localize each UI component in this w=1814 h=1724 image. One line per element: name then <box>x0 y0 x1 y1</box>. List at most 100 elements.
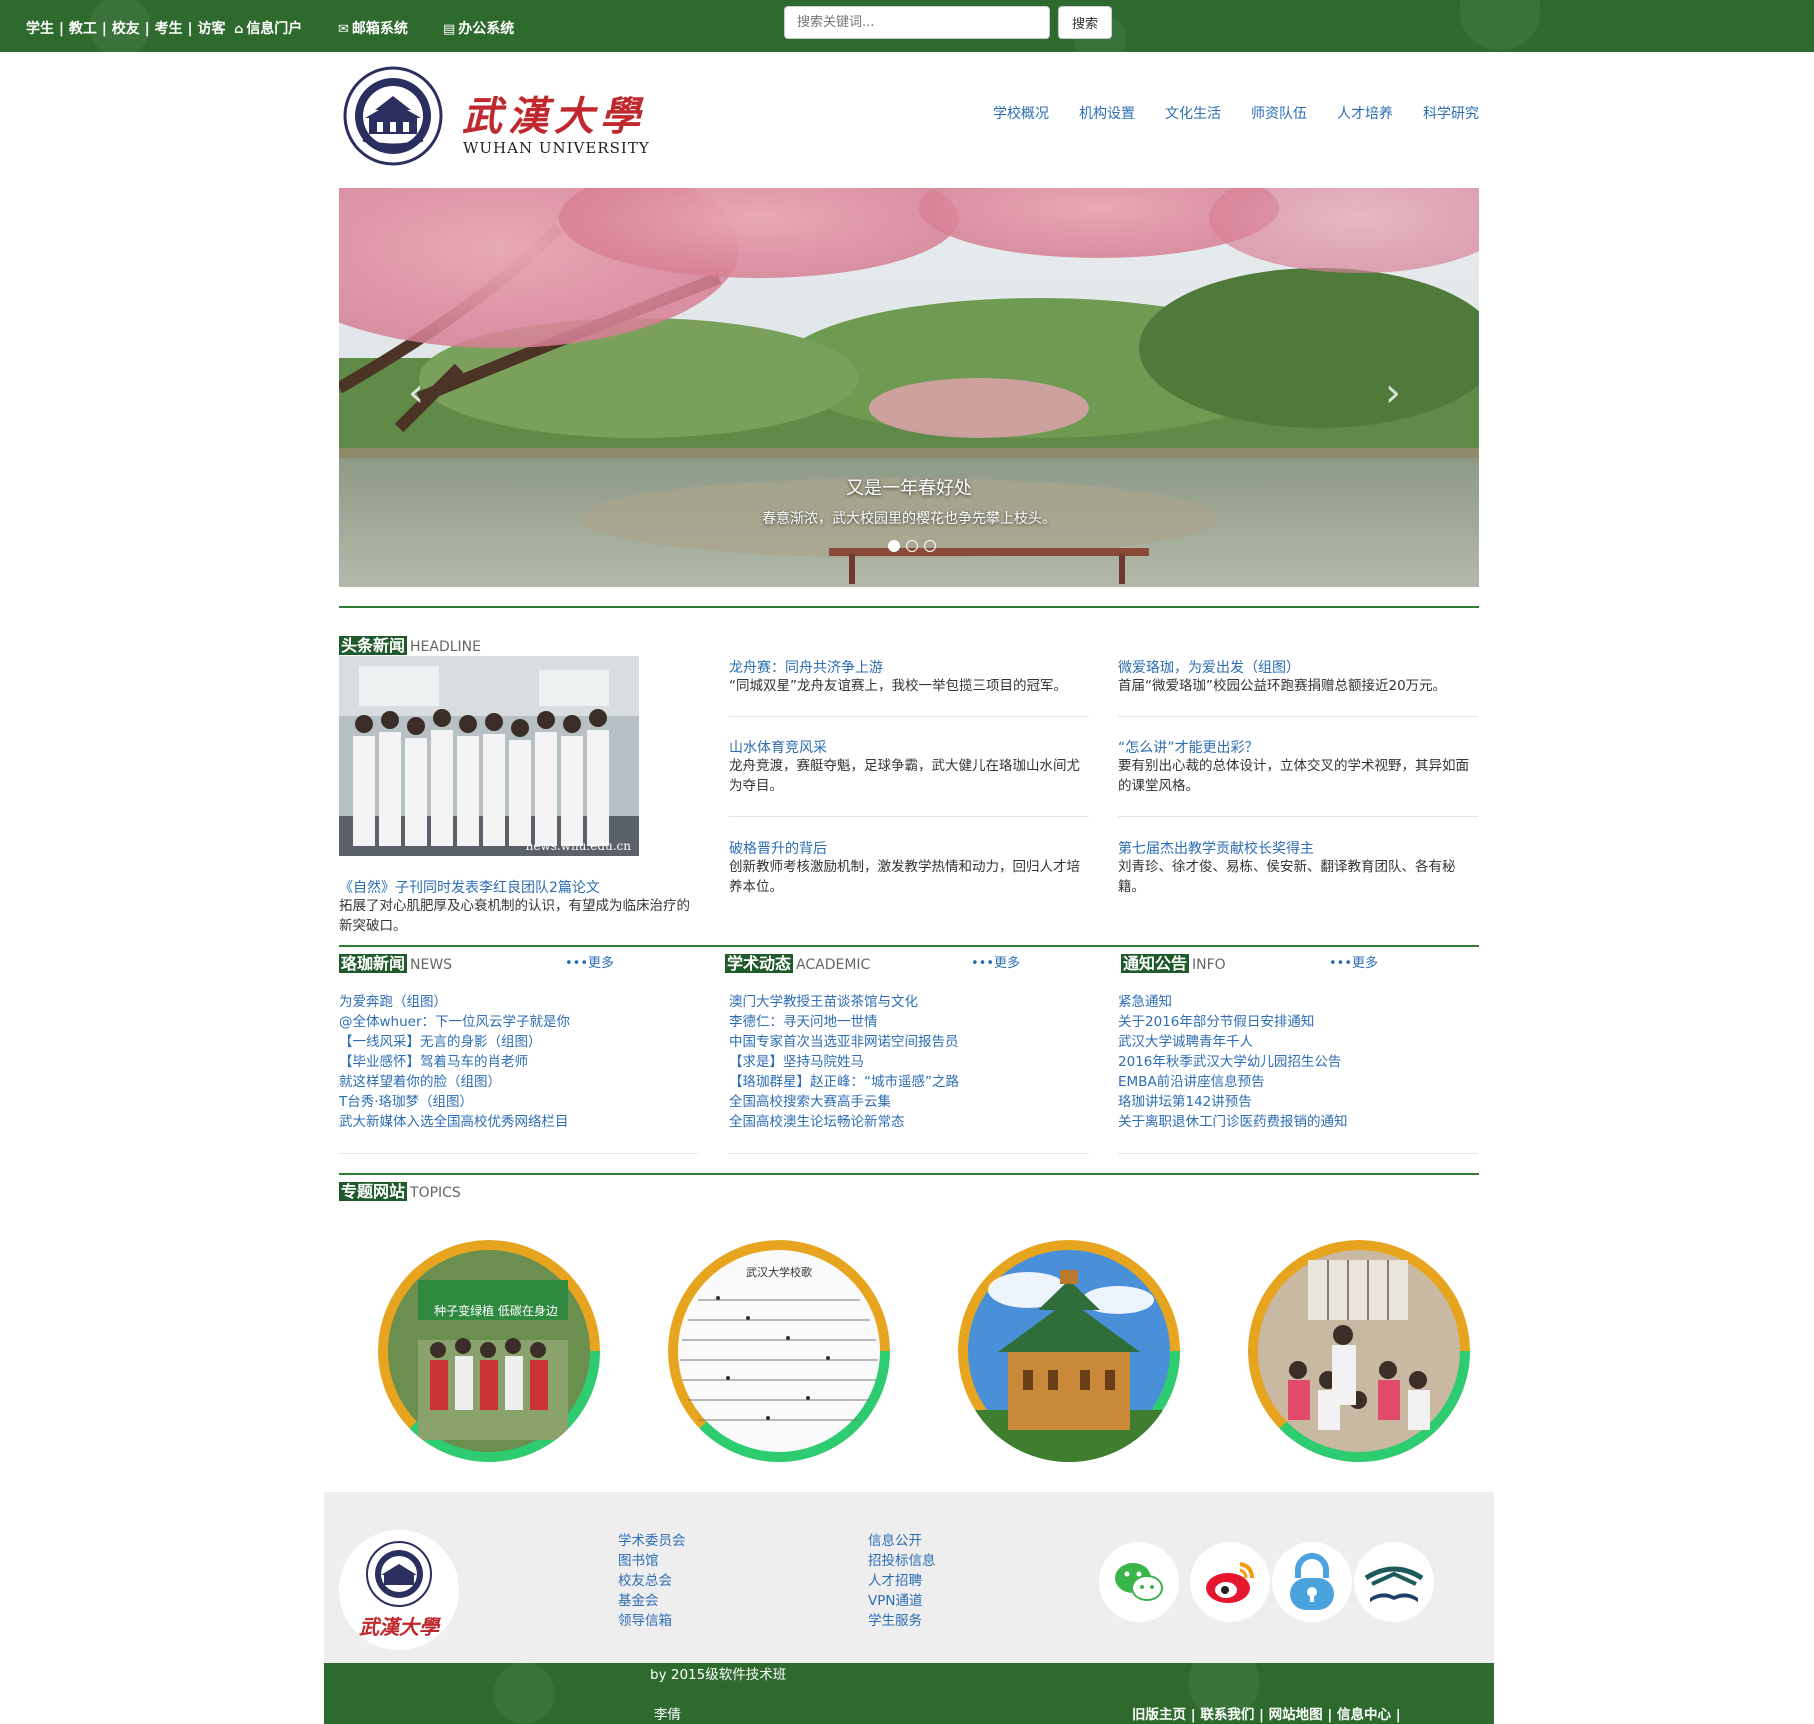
photo-watermark: news.whu.edu.cn <box>526 839 632 853</box>
footer-link-bidding[interactable]: 招投标信息 <box>868 1551 936 1571</box>
office-link[interactable]: ▤ 办公系统 <box>443 18 514 38</box>
list-item[interactable]: 武汉大学诚聘青年千人 <box>1118 1032 1348 1052</box>
list-item[interactable]: 澳门大学教授王苗谈茶馆与文化 <box>729 992 959 1012</box>
list-item[interactable]: 中国专家首次当选亚非网诺空间报告员 <box>729 1032 959 1052</box>
carousel-dot[interactable] <box>924 540 936 552</box>
footer-link-recruitment[interactable]: 人才招聘 <box>868 1571 922 1591</box>
list-item[interactable]: 【一线风采】无言的身影（组图） <box>339 1032 570 1052</box>
section-title-zh: 珞珈新闻 <box>339 954 408 973</box>
footer-link-alumni[interactable]: 校友总会 <box>618 1571 672 1591</box>
academic-section-title: 学术动态 ACADEMIC <box>725 950 870 974</box>
footer-link-academic-committee[interactable]: 学术委员会 <box>618 1531 686 1551</box>
footer-author: 李倩 <box>654 1707 681 1723</box>
search-input[interactable] <box>784 6 1050 39</box>
footer-bottom-links[interactable]: 旧版主页 | 联系我们 | 网站地图 | 信息中心 | <box>1132 1703 1401 1723</box>
topics-section-title: 专题网站 TOPICS <box>339 1178 461 1202</box>
news-item-title[interactable]: 微爱珞珈，为爱出发（组图） <box>1118 657 1300 677</box>
news-item-title[interactable]: 第七届杰出教学贡献校长奖得主 <box>1118 838 1314 858</box>
logo-english-name[interactable]: WUHAN UNIVERSITY <box>463 139 650 157</box>
university-seal-logo[interactable] <box>339 66 447 166</box>
list-item[interactable]: 就这样望着你的脸（组图） <box>339 1072 570 1092</box>
news-item-desc: 龙舟竞渡，赛艇夺魁，足球争霸，武大健儿在珞珈山水间尤为夺目。 <box>729 758 1080 794</box>
list-item[interactable]: 关于2016年部分节假日安排通知 <box>1118 1012 1348 1032</box>
divider <box>339 945 1479 947</box>
carousel-next-icon[interactable]: › <box>1385 370 1401 416</box>
search-button[interactable]: 搜索 <box>1058 6 1112 39</box>
academic-more-link[interactable]: •••更多 <box>971 952 1020 971</box>
section-title-zh: 专题网站 <box>339 1182 408 1201</box>
list-item[interactable]: 关于离职退休工门诊医药费报销的通知 <box>1118 1112 1348 1132</box>
list-item[interactable]: EMBA前沿讲座信息预告 <box>1118 1072 1348 1092</box>
nav-culture-life[interactable]: 文化生活 <box>1165 103 1221 123</box>
section-title-en: ACADEMIC <box>796 957 871 973</box>
list-item[interactable]: 【求是】坚持马院姓马 <box>729 1052 959 1072</box>
mail-link[interactable]: ✉ 邮箱系统 <box>338 18 408 38</box>
nav-research[interactable]: 科学研究 <box>1423 103 1479 123</box>
list-item[interactable]: 紧急通知 <box>1118 992 1348 1012</box>
list-item[interactable]: 为爱奔跑（组图） <box>339 992 570 1012</box>
lock-icon[interactable] <box>1272 1542 1352 1622</box>
portal-link[interactable]: ⌂ 信息门户 <box>234 18 302 38</box>
academic-list: 澳门大学教授王苗谈茶馆与文化 李德仁：寻天问地一世情 中国专家首次当选亚非网诺空… <box>729 992 959 1132</box>
footer-link-foundation[interactable]: 基金会 <box>618 1591 659 1611</box>
divider <box>339 1153 699 1154</box>
nav-organization[interactable]: 机构设置 <box>1079 103 1135 123</box>
footer-link-mailbox[interactable]: 领导信箱 <box>618 1611 672 1631</box>
footer-link-info-disclosure[interactable]: 信息公开 <box>868 1531 922 1551</box>
section-title-zh: 通知公告 <box>1121 954 1190 973</box>
logo-chinese-name[interactable]: 武漢大學 <box>462 84 646 142</box>
nav-education[interactable]: 人才培养 <box>1337 103 1393 123</box>
list-item[interactable]: 【珞珈群星】赵正峰：“城市遥感”之路 <box>729 1072 959 1092</box>
carousel-dot[interactable] <box>906 540 918 552</box>
list-item[interactable]: 全国高校澳生论坛畅论新常态 <box>729 1112 959 1132</box>
footer-link-student-service[interactable]: 学生服务 <box>868 1611 922 1631</box>
slide-title: 又是一年春好处 <box>846 478 972 499</box>
news-item-desc: 刘青珍、徐才俊、易栋、侯安新、翻译教育团队、各有秘籍。 <box>1118 859 1456 895</box>
list-item[interactable]: 2016年秋季武汉大学幼儿园招生公告 <box>1118 1052 1348 1072</box>
list-item[interactable]: 武大新媒体入选全国高校优秀网络栏目 <box>339 1112 570 1132</box>
list-item[interactable]: T台秀·珞珈梦（组图） <box>339 1092 570 1112</box>
news-more-link[interactable]: •••更多 <box>565 952 614 971</box>
info-list: 紧急通知 关于2016年部分节假日安排通知 武汉大学诚聘青年千人 2016年秋季… <box>1118 992 1348 1132</box>
nav-school-overview[interactable]: 学校概况 <box>993 103 1049 123</box>
list-item[interactable]: 【毕业感怀】驾着马车的肖老师 <box>339 1052 570 1072</box>
divider <box>339 606 1479 608</box>
topic-site-campus-architecture[interactable] <box>958 1240 1180 1462</box>
news-list: 为爱奔跑（组图） @全体whuer：下一位风云学子就是你 【一线风采】无言的身影… <box>339 992 570 1132</box>
headline-main-title[interactable]: 《自然》子刊同时发表李红良团队2篇论文 <box>339 877 600 897</box>
footer-credit: by 2015级软件技术班 <box>650 1667 787 1683</box>
envelope-icon: ✉ <box>338 22 349 37</box>
news-item-title[interactable]: “怎么讲”才能更出彩？ <box>1118 737 1259 757</box>
top-bar: 学生 | 教工 | 校友 | 考生 | 访客 ⌂ 信息门户 ✉ 邮箱系统 ▤ 办公系统… <box>0 0 1814 52</box>
section-title-en: HEADLINE <box>410 639 481 655</box>
footer-link-vpn[interactable]: VPN通道 <box>868 1591 922 1611</box>
news-item-title[interactable]: 龙舟赛：同舟共济争上游 <box>729 657 883 677</box>
section-title-zh: 头条新闻 <box>339 636 408 655</box>
headline-photo[interactable]: news.whu.edu.cn <box>339 656 639 856</box>
nav-faculty[interactable]: 师资队伍 <box>1251 103 1307 123</box>
divider <box>729 816 1089 817</box>
role-links[interactable]: 学生 | 教工 | 校友 | 考生 | 访客 <box>26 18 225 38</box>
topic-site-volunteer-teaching[interactable] <box>1248 1240 1470 1462</box>
library-icon[interactable] <box>1354 1542 1434 1622</box>
carousel-dot[interactable] <box>888 540 900 552</box>
news-item-desc: 创新教师考核激励机制，激发教学热情和动力，回归人才培养本位。 <box>729 859 1080 895</box>
footer-seal-text: 武漢大學 <box>359 1615 441 1639</box>
news-item-title[interactable]: 山水体育竞风采 <box>729 737 827 757</box>
news-item-title[interactable]: 破格晋升的背后 <box>729 838 827 858</box>
topic-photo: 种子变绿植 低碳在身边 <box>378 1240 600 1462</box>
list-item[interactable]: 李德仁：寻天问地一世情 <box>729 1012 959 1032</box>
list-item[interactable]: 全国高校搜索大赛高手云集 <box>729 1092 959 1112</box>
footer-seal-logo[interactable]: 武漢大學 <box>339 1530 459 1650</box>
list-item[interactable]: @全体whuer：下一位风云学子就是你 <box>339 1012 570 1032</box>
carousel-prev-icon[interactable]: ‹ <box>408 370 424 416</box>
divider <box>1118 1153 1478 1154</box>
wechat-icon[interactable] <box>1099 1542 1179 1622</box>
news-item-desc: 首届“微爱珞珈”校园公益环跑赛捐赠总额接近20万元。 <box>1118 678 1447 694</box>
topic-site-green-campaign[interactable]: 种子变绿植 低碳在身边 <box>378 1240 600 1462</box>
info-more-link[interactable]: •••更多 <box>1329 952 1378 971</box>
topic-site-school-song[interactable]: 武汉大学校歌 <box>668 1240 890 1462</box>
weibo-icon[interactable] <box>1190 1542 1270 1622</box>
footer-link-library[interactable]: 图书馆 <box>618 1551 659 1571</box>
list-item[interactable]: 珞珈讲坛第142讲预告 <box>1118 1092 1348 1112</box>
